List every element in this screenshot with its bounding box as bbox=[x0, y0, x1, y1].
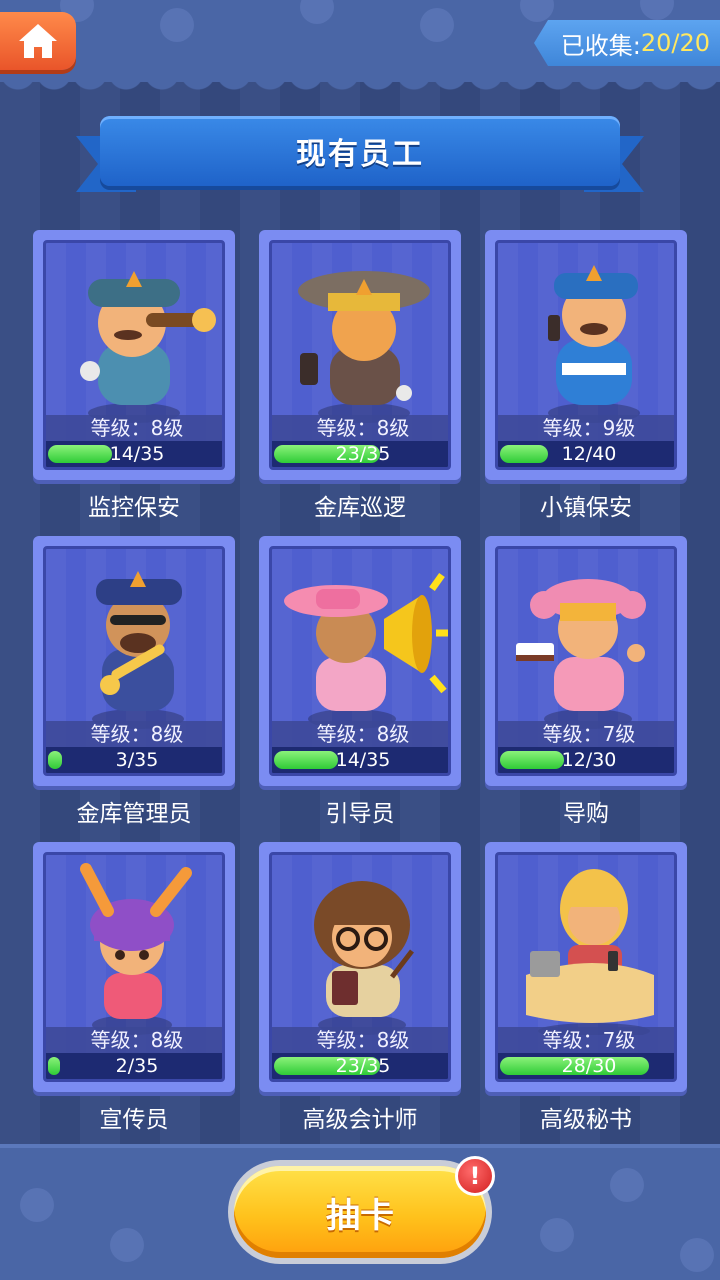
staff-card[interactable]: 等级：8级 14/35 引导员 bbox=[259, 536, 461, 827]
staff-card[interactable]: 等级：8级 3/35 金库管理员 bbox=[33, 536, 235, 827]
staff-name: 金库管理员 bbox=[76, 801, 192, 827]
staff-level: 等级：7级 bbox=[498, 1027, 674, 1053]
card-portrait: 等级：8级 3/35 bbox=[43, 546, 225, 776]
staff-name: 监控保安 bbox=[88, 495, 180, 521]
town-guard-icon bbox=[548, 265, 640, 423]
card-portrait: 等级：9级 12/40 bbox=[495, 240, 677, 470]
staff-level: 等级：7级 bbox=[498, 721, 674, 747]
progress-bar: 12/40 bbox=[498, 441, 674, 467]
vault-keeper-icon bbox=[92, 571, 184, 729]
page-title: 现有员工 bbox=[100, 116, 620, 186]
progress-bar: 2/35 bbox=[46, 1053, 222, 1079]
staff-level: 等级：8级 bbox=[46, 1027, 222, 1053]
staff-level: 等级：8级 bbox=[272, 721, 448, 747]
senior-secretary-icon bbox=[526, 869, 654, 1035]
staff-name: 小镇保安 bbox=[540, 495, 632, 521]
staff-card[interactable]: 等级：8级 23/35 金库巡逻 bbox=[259, 230, 461, 521]
staff-name: 导购 bbox=[563, 801, 609, 827]
card-portrait: 等级：8级 14/35 bbox=[43, 240, 225, 470]
progress-bar: 3/35 bbox=[46, 747, 222, 773]
card-portrait: 等级：8级 23/35 bbox=[269, 852, 451, 1082]
staff-card[interactable]: 等级：7级 12/30 导购 bbox=[485, 536, 687, 827]
progress-bar: 23/35 bbox=[272, 1053, 448, 1079]
collected-label: 已收集: bbox=[560, 31, 641, 60]
staff-level: 等级：8级 bbox=[272, 415, 448, 441]
card-portrait: 等级：8级 14/35 bbox=[269, 546, 451, 776]
progress-text: 12/40 bbox=[561, 443, 617, 465]
progress-text: 28/30 bbox=[561, 1055, 617, 1077]
title-ribbon: 现有员工 bbox=[76, 112, 644, 198]
progress-text: 14/35 bbox=[335, 749, 391, 771]
guide-megaphone-icon bbox=[284, 572, 448, 729]
top-scallop-edge bbox=[0, 72, 720, 94]
collected-value: 20/20 bbox=[640, 29, 710, 57]
security-guard-telescope-icon bbox=[80, 271, 216, 423]
card-portrait: 等级：7级 28/30 bbox=[495, 852, 677, 1082]
progress-bar: 28/30 bbox=[498, 1053, 674, 1079]
progress-text: 3/35 bbox=[115, 749, 159, 771]
progress-bar: 23/35 bbox=[272, 441, 448, 467]
staff-card[interactable]: 等级：8级 14/35 监控保安 bbox=[33, 230, 235, 521]
staff-card[interactable]: 等级：8级 23/35 高级会计师 bbox=[259, 842, 461, 1133]
staff-name: 金库巡逻 bbox=[314, 495, 406, 521]
card-portrait: 等级：8级 2/35 bbox=[43, 852, 225, 1082]
draw-card-label: 抽卡 bbox=[234, 1166, 486, 1258]
progress-text: 12/30 bbox=[561, 749, 617, 771]
shopping-guide-icon bbox=[516, 579, 646, 729]
staff-level: 等级：8级 bbox=[46, 721, 222, 747]
card-portrait: 等级：7级 12/30 bbox=[495, 546, 677, 776]
progress-bar: 14/35 bbox=[46, 441, 222, 467]
vault-patrol-icon bbox=[298, 271, 430, 423]
staff-level: 等级：9级 bbox=[498, 415, 674, 441]
promoter-bunny-icon bbox=[80, 863, 192, 1035]
senior-accountant-icon bbox=[314, 881, 414, 1035]
staff-name: 宣传员 bbox=[99, 1107, 169, 1133]
progress-text: 2/35 bbox=[115, 1055, 159, 1077]
staff-card[interactable]: 等级：7级 28/30 高级秘书 bbox=[485, 842, 687, 1133]
progress-bar: 12/30 bbox=[498, 747, 674, 773]
progress-text: 23/35 bbox=[335, 443, 391, 465]
staff-level: 等级：8级 bbox=[46, 415, 222, 441]
progress-bar: 14/35 bbox=[272, 747, 448, 773]
staff-card[interactable]: 等级：8级 2/35 宣传员 bbox=[33, 842, 235, 1133]
staff-name: 高级秘书 bbox=[540, 1107, 632, 1133]
alert-badge-icon: ! bbox=[455, 1156, 495, 1196]
home-button[interactable] bbox=[0, 12, 76, 70]
staff-level: 等级：8级 bbox=[272, 1027, 448, 1053]
staff-name: 高级会计师 bbox=[302, 1107, 418, 1133]
card-portrait: 等级：8级 23/35 bbox=[269, 240, 451, 470]
collected-counter: 已收集: 20/20 bbox=[534, 20, 720, 66]
draw-card-button[interactable]: 抽卡 bbox=[228, 1160, 492, 1264]
home-icon bbox=[19, 24, 57, 58]
progress-text: 14/35 bbox=[109, 443, 165, 465]
staff-name: 引导员 bbox=[325, 801, 395, 827]
staff-card[interactable]: 等级：9级 12/40 小镇保安 bbox=[485, 230, 687, 521]
progress-text: 23/35 bbox=[335, 1055, 391, 1077]
